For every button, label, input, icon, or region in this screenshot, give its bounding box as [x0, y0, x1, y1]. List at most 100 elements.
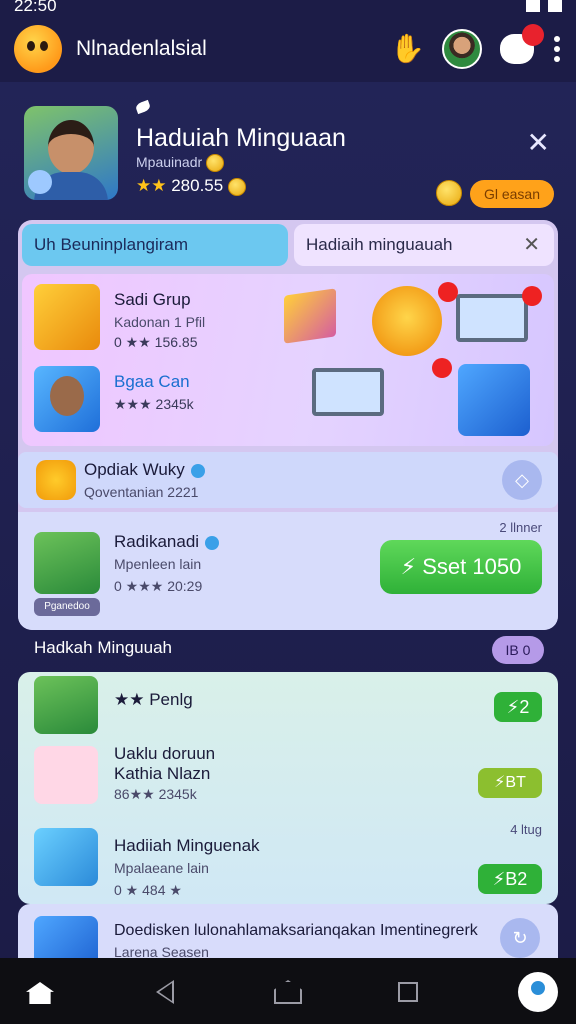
list-item-name: ★★ Penlg [114, 690, 193, 709]
more-menu-icon[interactable] [552, 36, 562, 62]
avatar [34, 916, 98, 958]
close-icon[interactable]: ✕ [527, 126, 550, 159]
reward-panel: Uh Beuninplangiram Hadiaih minguauah ✕ S… [18, 220, 558, 630]
sheet-subtitle-text: Mpauinadr [136, 154, 203, 170]
star-icon: ★★ [136, 176, 167, 195]
refresh-button[interactable]: ↻ [500, 918, 540, 958]
status-bar: 22:50 [0, 0, 576, 18]
character-card-illustration [458, 364, 530, 436]
message-icon[interactable] [500, 24, 544, 64]
coin-icon [227, 177, 246, 196]
claim-button[interactable]: ⚡ Sset 1050 [380, 540, 542, 594]
bolt-icon: ⚡ [494, 774, 506, 791]
section-pill[interactable]: IB 0 [492, 636, 544, 664]
notification-badge [522, 24, 544, 46]
sheet-subtitle: Mpauinadr [136, 154, 225, 173]
list-item-sub: Mpenleen lain [114, 556, 202, 572]
box-illustration [284, 288, 336, 344]
laptop-illustration [456, 294, 528, 342]
featured-row[interactable]: Sadi Grup Kadonan 1 Pfil 0 ★★ 156.85 [34, 284, 274, 354]
verified-icon [205, 535, 220, 550]
back-icon[interactable] [148, 974, 184, 1010]
sheet-header: Haduiah Minguaan Mpauinadr ★★ 280.55 ✕ G… [24, 99, 554, 210]
tab-weekly-rewards[interactable]: Hadiaih minguauah ✕ [294, 224, 554, 266]
count-badge[interactable]: ⚡BT [478, 768, 542, 798]
list-item-name: Radikanadi [114, 532, 220, 552]
navigation-bar [0, 958, 576, 1024]
count-badge-value: 2 [519, 697, 530, 717]
tab-bar: Uh Beuninplangiram Hadiaih minguauah ✕ [22, 224, 554, 268]
appbar-actions: ✋ [390, 24, 562, 69]
list-item[interactable]: Doedisken lulonahlamaksarianqakan Imenti… [18, 904, 558, 958]
list-item[interactable]: Opdiak Wuky Qoventanian 2221 ◇ [18, 452, 558, 508]
status-time: 22:50 [14, 0, 57, 15]
count-badge[interactable]: ⚡B2 [478, 864, 542, 894]
profile-photo[interactable] [24, 106, 118, 200]
status-icons [526, 0, 562, 12]
list-item-sub: Qoventanian 2221 [84, 484, 199, 500]
sticker-icon [522, 286, 542, 306]
reward-list: ★★ Penlg ⚡2 Uaklu doruun Kathia Nlazn 86… [18, 672, 558, 904]
list-item-stats: 86★★ 2345k [114, 786, 197, 802]
app-logo-icon[interactable] [14, 25, 62, 73]
treasure-box-icon [34, 746, 98, 804]
score-value: 280.55 [171, 176, 224, 195]
list-item[interactable]: ★★ Penlg ⚡2 [18, 672, 558, 736]
tab-weekly-label: Hadiaih minguauah [306, 235, 453, 254]
sheet-title: Haduiah Minguaan [136, 124, 346, 152]
avatar[interactable] [442, 29, 482, 69]
featured-row-sub: Kadonan 1 Pfil [114, 314, 206, 330]
signal-icon [526, 0, 540, 12]
wave-hand-icon[interactable]: ✋ [390, 32, 425, 66]
home-icon[interactable] [22, 974, 58, 1010]
bolt-icon: ⚡ [506, 697, 520, 717]
list-item[interactable]: Uaklu doruun Kathia Nlazn 86★★ 2345k ⚡BT [18, 736, 558, 816]
bolt-icon: ⚡ [492, 869, 506, 889]
list-item[interactable]: Hadiiah Minguenak Mpalaeane lain 0 ★ 484… [18, 816, 558, 904]
bolt-icon: ⚡ [400, 554, 417, 579]
bear-mascot-illustration [372, 286, 442, 356]
tab-first[interactable]: Uh Beuninplangiram [22, 224, 288, 266]
featured-row[interactable]: Bgaa Can ★★★ 2345k [34, 366, 274, 436]
list-item-name: Hadiiah Minguenak [114, 836, 260, 855]
arcade-icon [34, 828, 98, 886]
reward-sheet: Haduiah Minguaan Mpauinadr ★★ 280.55 ✕ G… [0, 82, 576, 958]
profile-icon[interactable] [518, 972, 558, 1012]
list-item-sub: Mpalaeane lain [114, 860, 209, 876]
close-tab-icon[interactable]: ✕ [523, 224, 540, 266]
list-item-name: Opdiak Wuky [84, 460, 205, 480]
avatar [34, 676, 98, 734]
item-name-text: Opdiak Wuky [84, 460, 185, 479]
list-item[interactable]: Pganedoo Radikanadi Mpenleen lain 0 ★★★ … [18, 512, 558, 630]
system-home-icon[interactable] [270, 974, 306, 1010]
laptop-illustration [312, 368, 384, 416]
item-tag: Pganedoo [34, 598, 100, 616]
featured-row-stats: ★★★ 2345k [114, 396, 194, 412]
shield-button[interactable]: ◇ [502, 460, 542, 500]
claim-button-label: Sset 1050 [422, 554, 522, 579]
list-item-name: Doedisken lulonahlamaksarianqakan Imenti… [114, 922, 478, 939]
featured-row-name: Bgaa Can [114, 372, 190, 391]
featured-row-stats: 0 ★★ 156.85 [114, 334, 198, 350]
verified-icon [190, 463, 205, 478]
reward-coin-icon [36, 460, 76, 500]
list-item-stats: 0 ★★★ 20:29 [114, 578, 203, 594]
app-bar: Nlnadenlalsial ✋ [0, 18, 576, 80]
balance-pill[interactable]: Gl easan [470, 180, 554, 208]
list-item-sub: Kathia Nlazn [114, 764, 211, 783]
battery-icon [548, 0, 562, 12]
list-item-stats: 0 ★ 484 ★ [114, 882, 182, 898]
avatar [34, 532, 100, 594]
recents-icon[interactable] [390, 974, 426, 1010]
count-badge[interactable]: ⚡2 [494, 692, 542, 722]
pencil-icon[interactable] [134, 99, 152, 115]
mini-avatar-icon [28, 170, 52, 194]
featured-card: Sadi Grup Kadonan 1 Pfil 0 ★★ 156.85 Bga… [22, 274, 554, 446]
time-label: 4 ltug [510, 822, 542, 837]
sheet-score: ★★ 280.55 [136, 176, 246, 196]
list-item-name: Uaklu doruun [114, 744, 216, 763]
gift-box-icon [34, 284, 100, 350]
item-name-text: Radikanadi [114, 532, 200, 551]
featured-row-name: Sadi Grup [114, 290, 191, 309]
count-badge-value: B2 [505, 869, 528, 889]
